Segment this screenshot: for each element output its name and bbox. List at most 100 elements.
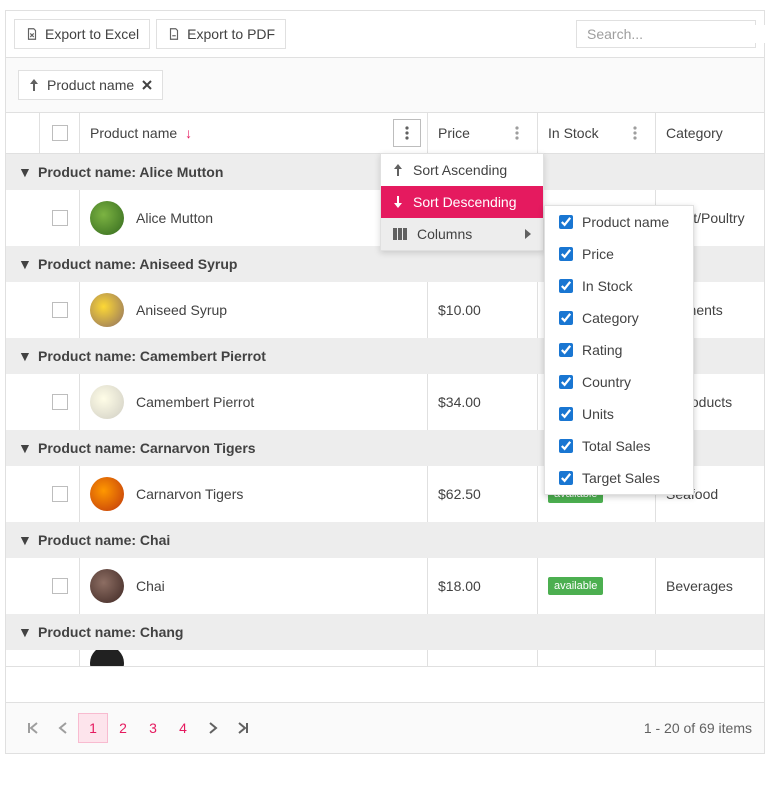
checkbox[interactable] [559, 279, 573, 293]
header-label: Category [666, 125, 723, 141]
cell-product-name: Chai [80, 558, 428, 614]
column-toggle[interactable]: Target Sales [545, 462, 693, 494]
close-icon[interactable] [142, 80, 152, 90]
collapse-icon[interactable]: ▼ [18, 532, 28, 548]
pager: 1 2 3 4 1 - 20 of 69 items [6, 702, 764, 753]
product-name-text: Camembert Pierrot [136, 394, 254, 410]
checkbox[interactable] [559, 375, 573, 389]
checkbox[interactable] [559, 471, 573, 485]
checkbox[interactable] [559, 311, 573, 325]
pager-prev-button[interactable] [48, 713, 78, 743]
column-toggle-label: Category [582, 310, 639, 326]
cell-price: $34.00 [428, 374, 538, 430]
checkbox[interactable] [52, 210, 68, 226]
group-title: Product name: Camembert Pierrot [38, 348, 266, 364]
stock-badge: available [548, 577, 603, 595]
menu-sort-ascending[interactable]: Sort Ascending [381, 154, 543, 186]
product-name-text: Carnarvon Tigers [136, 486, 243, 502]
row-select[interactable] [40, 282, 80, 338]
export-pdf-label: Export to PDF [187, 26, 275, 42]
column-toggle[interactable]: Category [545, 302, 693, 334]
cell-product-name: Camembert Pierrot [80, 374, 428, 430]
pager-page-2[interactable]: 2 [108, 713, 138, 743]
collapse-icon[interactable]: ▼ [18, 164, 28, 180]
row-select[interactable] [40, 466, 80, 522]
collapse-icon[interactable]: ▼ [18, 348, 28, 364]
checkbox[interactable] [559, 439, 573, 453]
group-title: Product name: Chai [38, 532, 170, 548]
column-toggle[interactable]: Total Sales [545, 430, 693, 462]
checkbox[interactable] [52, 125, 68, 141]
menu-label: Sort Ascending [413, 162, 507, 178]
column-toggle[interactable]: Units [545, 398, 693, 430]
collapse-icon[interactable]: ▼ [18, 440, 28, 456]
menu-label: Sort Descending [413, 194, 517, 210]
header-price[interactable]: Price [428, 113, 538, 153]
menu-label: Columns [417, 226, 472, 242]
checkbox[interactable] [559, 247, 573, 261]
cell-price: $10.00 [428, 282, 538, 338]
column-toggle-label: Target Sales [582, 470, 660, 486]
pager-page-4[interactable]: 4 [168, 713, 198, 743]
checkbox[interactable] [52, 302, 68, 318]
header-label: Price [438, 125, 470, 141]
sort-desc-icon: ↓ [185, 125, 192, 141]
product-image [90, 569, 124, 603]
grid-footer-blank [6, 666, 764, 702]
column-menu-button[interactable] [621, 119, 649, 147]
collapse-icon[interactable]: ▼ [18, 624, 28, 640]
checkbox[interactable] [52, 394, 68, 410]
product-image [90, 650, 124, 666]
column-menu-button[interactable] [393, 119, 421, 147]
sort-asc-icon [29, 79, 39, 91]
search-box[interactable] [576, 20, 756, 48]
toolbar: Export to Excel Export to PDF [6, 11, 764, 58]
column-toggle[interactable]: Rating [545, 334, 693, 366]
column-toggle-label: In Stock [582, 278, 633, 294]
pager-info: 1 - 20 of 69 items [644, 720, 752, 736]
pager-next-button[interactable] [198, 713, 228, 743]
pager-first-button[interactable] [18, 713, 48, 743]
checkbox[interactable] [559, 215, 573, 229]
column-menu-popup: Sort Ascending Sort Descending Columns [380, 153, 544, 251]
group-panel[interactable]: Product name [6, 58, 764, 113]
search-input[interactable] [585, 25, 770, 43]
column-toggle[interactable]: Country [545, 366, 693, 398]
product-name-text: Alice Mutton [136, 210, 213, 226]
checkbox[interactable] [52, 486, 68, 502]
row-select[interactable] [40, 374, 80, 430]
column-menu-button[interactable] [503, 119, 531, 147]
pager-last-button[interactable] [228, 713, 258, 743]
product-name-text: Chai [136, 578, 165, 594]
export-pdf-button[interactable]: Export to PDF [156, 19, 286, 49]
group-row[interactable]: ▼ Product name: Chang [6, 614, 764, 650]
row-select[interactable] [40, 558, 80, 614]
header-category[interactable]: Category [656, 113, 764, 153]
export-excel-label: Export to Excel [45, 26, 139, 42]
export-excel-button[interactable]: Export to Excel [14, 19, 150, 49]
row-select[interactable] [40, 190, 80, 246]
checkbox[interactable] [559, 407, 573, 421]
header-in-stock[interactable]: In Stock [538, 113, 656, 153]
chevron-right-icon [525, 229, 531, 239]
group-row[interactable]: ▼ Product name: Chai [6, 522, 764, 558]
pager-page-1[interactable]: 1 [78, 713, 108, 743]
group-title: Product name: Carnarvon Tigers [38, 440, 256, 456]
table-row [6, 650, 764, 666]
sort-asc-icon [393, 164, 403, 176]
column-toggle[interactable]: Product name [545, 206, 693, 238]
group-title: Product name: Chang [38, 624, 183, 640]
menu-sort-descending[interactable]: Sort Descending [381, 186, 543, 218]
column-toggle[interactable]: Price [545, 238, 693, 270]
menu-columns[interactable]: Columns [381, 218, 543, 250]
product-image [90, 385, 124, 419]
column-toggle[interactable]: In Stock [545, 270, 693, 302]
header-product-name[interactable]: Product name ↓ [80, 113, 428, 153]
checkbox[interactable] [559, 343, 573, 357]
checkbox[interactable] [52, 578, 68, 594]
group-chip-product-name[interactable]: Product name [18, 70, 163, 100]
cell-price: $62.50 [428, 466, 538, 522]
collapse-icon[interactable]: ▼ [18, 256, 28, 272]
pager-page-3[interactable]: 3 [138, 713, 168, 743]
header-select-all[interactable] [40, 113, 80, 153]
